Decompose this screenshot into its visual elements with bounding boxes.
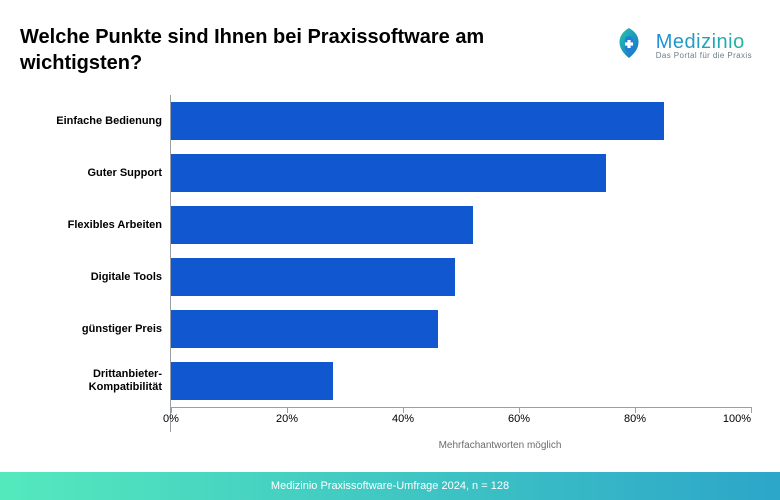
brand-tagline: Das Portal für die Praxis xyxy=(656,52,752,60)
x-tick-label: 20% xyxy=(276,413,298,425)
medizinio-logo-icon xyxy=(612,26,646,65)
bar-chart: Einfache Bedienung Guter Support Flexibles… xyxy=(40,95,760,425)
x-tick-label: 60% xyxy=(508,413,530,425)
bar-label: günstiger Preis xyxy=(40,323,170,336)
bar xyxy=(171,206,473,244)
x-tick-label: 80% xyxy=(624,413,646,425)
bar-label: Drittanbieter-Kompatibilität xyxy=(40,368,170,393)
brand-wordmark: Medizinio xyxy=(656,32,752,52)
x-tick-label: 40% xyxy=(392,413,414,425)
bar xyxy=(171,102,664,140)
x-axis-label: Mehrfachantworten möglich xyxy=(210,440,780,451)
x-tick-label: 0% xyxy=(163,413,179,425)
bar xyxy=(171,258,455,296)
bar-label: Digitale Tools xyxy=(40,271,170,284)
bar xyxy=(171,362,333,400)
brand-block: Medizinio Das Portal für die Praxis xyxy=(612,26,752,65)
bar xyxy=(171,154,606,192)
bar-label: Flexibles Arbeiten xyxy=(40,219,170,232)
chart-source-footer: Medizinio Praxissoftware-Umfrage 2024, n… xyxy=(0,472,780,500)
bar-label: Guter Support xyxy=(40,167,170,180)
bar xyxy=(171,310,438,348)
bar-label: Einfache Bedienung xyxy=(40,115,170,128)
x-tick-label: 100% xyxy=(723,413,751,425)
page-title: Welche Punkte sind Ihnen bei Praxissoftw… xyxy=(20,24,500,76)
